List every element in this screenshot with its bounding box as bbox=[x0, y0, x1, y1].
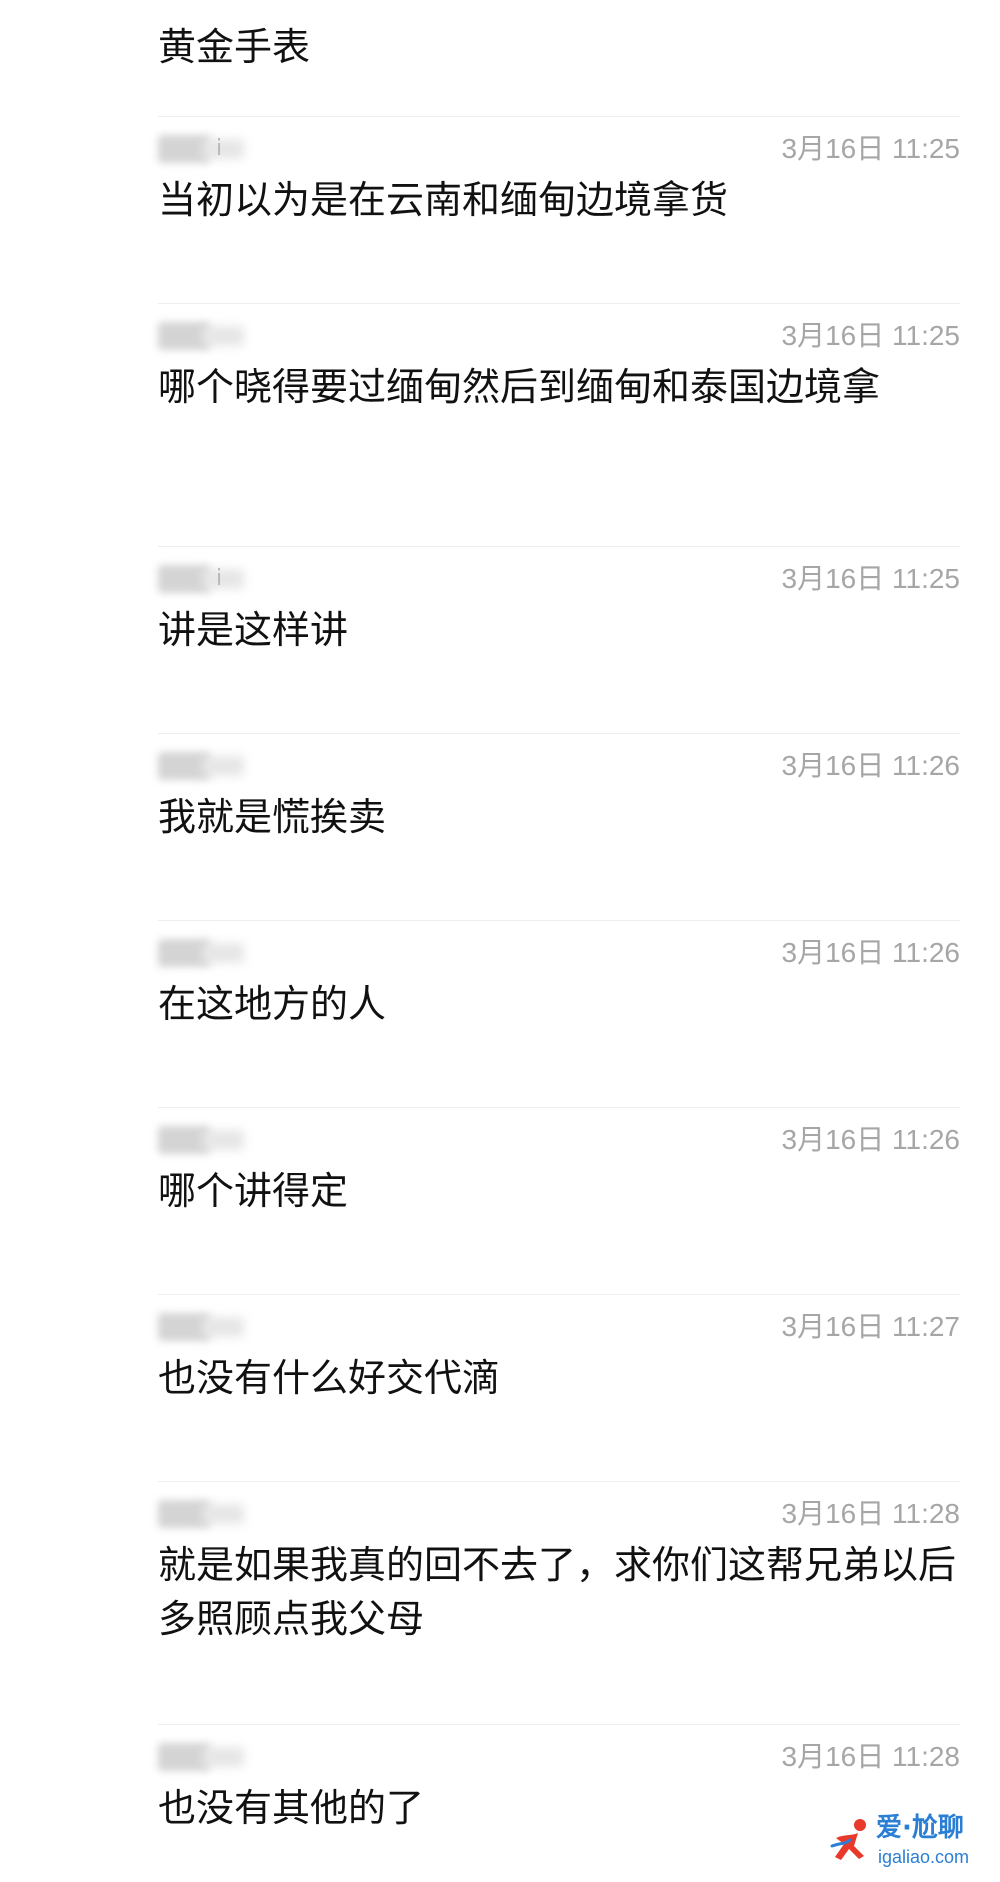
sender-name-redacted bbox=[158, 1500, 248, 1528]
watermark-url: igaliao.com bbox=[878, 1847, 970, 1867]
message-item[interactable]: 3月16日 11:25 哪个晓得要过缅甸然后到缅甸和泰国边境拿 bbox=[158, 304, 960, 547]
watermark-title: 爱·尬聊 bbox=[876, 1813, 964, 1843]
sender-name-redacted bbox=[158, 1743, 248, 1771]
sender-name-fragment: i bbox=[216, 136, 223, 161]
message-text: 我就是慌挨卖 bbox=[158, 795, 387, 839]
message-text: 在这地方的人 bbox=[158, 982, 387, 1026]
message-timestamp: 3月16日 11:26 bbox=[781, 1124, 961, 1155]
message-text: 当初以为是在云南和缅甸边境拿货 bbox=[158, 178, 729, 222]
message-timestamp: 3月16日 11:27 bbox=[781, 1311, 961, 1342]
message-text: 讲是这样讲 bbox=[158, 608, 349, 652]
sender-name-redacted: i bbox=[158, 135, 248, 163]
message-text: 黄金手表 bbox=[158, 25, 311, 69]
sender-name-fragment: i bbox=[216, 566, 223, 591]
message-item[interactable]: i 3月16日 11:25 讲是这样讲 bbox=[158, 547, 960, 734]
message-item[interactable]: 3月16日 11:26 我就是慌挨卖 bbox=[158, 734, 960, 921]
sender-name-redacted bbox=[158, 752, 248, 780]
message-text: 就是如果我真的回不去了，求你们这帮兄弟以后多照顾点我父母 bbox=[158, 1543, 957, 1641]
sender-name-redacted bbox=[158, 1126, 248, 1154]
message-text: 也没有什么好交代滴 bbox=[158, 1356, 501, 1400]
message-item[interactable]: 黄金手表 bbox=[158, 0, 960, 117]
message-timestamp: 3月16日 11:28 bbox=[781, 1741, 961, 1772]
message-text: 哪个讲得定 bbox=[158, 1169, 349, 1213]
message-item[interactable]: 3月16日 11:26 在这地方的人 bbox=[158, 921, 960, 1108]
sender-name-redacted: i bbox=[158, 565, 248, 593]
sender-name-redacted bbox=[158, 322, 248, 350]
message-timestamp: 3月16日 11:26 bbox=[781, 750, 961, 781]
message-timestamp: 3月16日 11:26 bbox=[781, 937, 961, 968]
message-item[interactable]: 3月16日 11:26 哪个讲得定 bbox=[158, 1108, 960, 1295]
message-timestamp: 3月16日 11:28 bbox=[781, 1498, 961, 1529]
message-timestamp: 3月16日 11:25 bbox=[781, 563, 961, 594]
running-figure-icon bbox=[830, 1819, 866, 1860]
message-item[interactable]: 3月16日 11:28 就是如果我真的回不去了，求你们这帮兄弟以后多照顾点我父母 bbox=[158, 1482, 960, 1725]
message-text: 哪个晓得要过缅甸然后到缅甸和泰国边境拿 bbox=[158, 365, 881, 409]
chat-message-list[interactable]: 黄金手表 i 3月16日 11:25 当初以为是在云南和缅甸边境拿货 3月16日… bbox=[0, 0, 1000, 1882]
message-timestamp: 3月16日 11:25 bbox=[781, 320, 961, 351]
site-watermark: 爱·尬聊 igaliao.com bbox=[830, 1812, 986, 1872]
sender-name-redacted bbox=[158, 1313, 248, 1341]
message-timestamp: 3月16日 11:25 bbox=[781, 133, 961, 164]
message-item[interactable]: i 3月16日 11:25 当初以为是在云南和缅甸边境拿货 bbox=[158, 117, 960, 304]
message-item[interactable]: 3月16日 11:27 也没有什么好交代滴 bbox=[158, 1295, 960, 1482]
sender-name-redacted bbox=[158, 939, 248, 967]
